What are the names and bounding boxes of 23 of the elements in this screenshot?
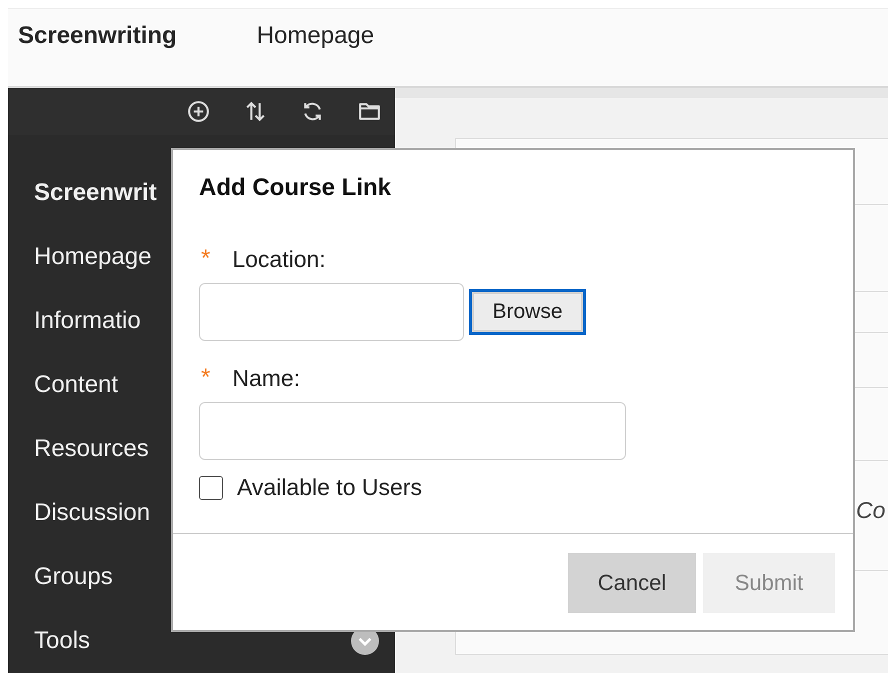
dialog-title: Add Course Link bbox=[199, 174, 392, 202]
required-mark: * bbox=[201, 366, 210, 390]
required-mark: * bbox=[201, 247, 210, 271]
input-field[interactable] bbox=[199, 283, 464, 341]
field-label: Location: bbox=[232, 246, 326, 272]
browse-button[interactable]: Browse bbox=[469, 289, 586, 335]
checkbox-label: Available to Users bbox=[237, 474, 422, 501]
sidebar-item[interactable]: Informatio bbox=[34, 307, 141, 335]
sidebar-item[interactable]: Content bbox=[34, 371, 118, 399]
add-icon[interactable] bbox=[186, 99, 211, 124]
input-field[interactable] bbox=[199, 402, 626, 460]
checkbox[interactable] bbox=[199, 476, 223, 500]
item-text: Co bbox=[856, 497, 886, 524]
sidebar-item[interactable]: Resources bbox=[34, 435, 149, 463]
sidebar-item[interactable]: Homepage bbox=[34, 243, 152, 271]
sidebar-item[interactable]: Discussion bbox=[34, 499, 150, 527]
sidebar-item[interactable]: Groups bbox=[34, 563, 113, 591]
page-title: Homepage bbox=[256, 22, 374, 50]
field-label: Name: bbox=[232, 364, 300, 392]
cancel-button[interactable]: Cancel bbox=[568, 553, 696, 613]
sidebar-item[interactable]: Tools bbox=[34, 627, 90, 655]
course-title: Screenwriting bbox=[18, 22, 177, 50]
sidebar-item[interactable]: Screenwrit bbox=[34, 179, 157, 207]
